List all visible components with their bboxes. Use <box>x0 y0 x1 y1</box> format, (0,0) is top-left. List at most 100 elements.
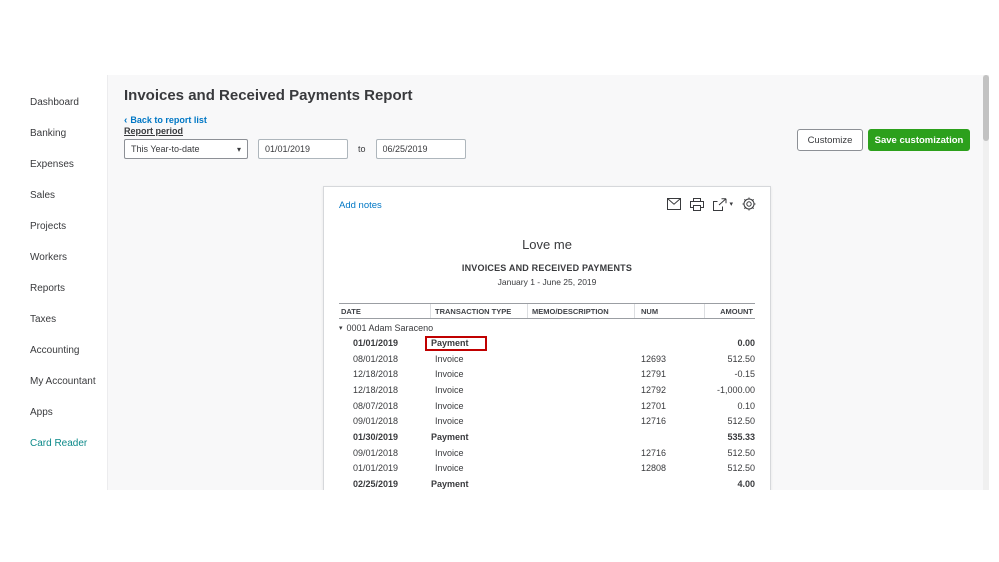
back-chevron-icon: ‹ <box>124 115 128 126</box>
column-header-date[interactable]: DATE <box>339 304 431 318</box>
back-link-label: Back to report list <box>130 115 207 125</box>
table-row[interactable]: 09/01/2018 Invoice 12716 512.50 <box>339 413 755 429</box>
screen: Dashboard Banking Expenses Sales Projects Wor… <box>0 0 999 562</box>
group-label: 0001 Adam Saraceno <box>346 323 434 333</box>
cell-amount: -1,000.00 <box>716 384 755 395</box>
cell-date: 08/01/2018 <box>353 353 399 364</box>
cell-type: Invoice <box>435 384 464 395</box>
app-window: Dashboard Banking Expenses Sales Projects Wor… <box>8 75 989 490</box>
export-caret-icon: ▾ <box>729 201 733 208</box>
sidebar-item-workers[interactable]: Workers <box>8 242 107 273</box>
cell-date: 09/01/2018 <box>353 447 399 458</box>
add-notes-link[interactable]: Add notes <box>339 200 382 211</box>
cell-amount: 535.33 <box>727 431 755 442</box>
cell-num: 12716 <box>641 416 667 427</box>
report-table-body: 01/01/2019 Payment 0.00 08/01/2018 Invoice 12… <box>339 335 755 490</box>
column-header-memo-description[interactable]: MEMO/DESCRIPTION <box>528 304 635 318</box>
date-to-input[interactable] <box>375 139 466 159</box>
sidebar-item-projects[interactable]: Projects <box>8 211 107 242</box>
sidebar-item-apps[interactable]: Apps <box>8 397 107 428</box>
gear-icon[interactable] <box>742 197 756 211</box>
cell-amount: 4.00 <box>737 479 755 490</box>
cell-date: 08/07/2018 <box>353 400 399 411</box>
cell-num: 12808 <box>641 463 667 474</box>
cell-num: 12792 <box>641 384 667 395</box>
cell-type: Invoice <box>435 463 464 474</box>
collapse-icon[interactable]: ▾ <box>339 324 343 332</box>
print-icon[interactable] <box>690 197 705 211</box>
company-name: Love me <box>522 237 572 252</box>
cell-type: Payment <box>431 479 469 490</box>
highlighted-cell: Payment <box>425 335 487 351</box>
sidebar-item-card-reader[interactable]: Card Reader <box>8 428 107 459</box>
cell-type: Invoice <box>435 369 464 380</box>
cell-num: 12693 <box>641 353 667 364</box>
cell-amount: 0.10 <box>737 400 755 411</box>
report-action-icons: ▾ <box>667 197 756 211</box>
table-row[interactable]: 08/01/2018 Invoice 12693 512.50 <box>339 351 755 367</box>
sidebar-item-sales[interactable]: Sales <box>8 180 107 211</box>
back-to-report-list-link[interactable]: ‹ Back to report list <box>124 115 207 126</box>
table-row[interactable]: 01/01/2019 Invoice 12808 512.50 <box>339 461 755 477</box>
cell-date: 12/18/2018 <box>353 369 399 380</box>
report-period-label: Report period <box>124 126 184 136</box>
scrollbar-thumb[interactable] <box>983 75 989 141</box>
table-row[interactable]: 12/18/2018 Invoice 12791 -0.15 <box>339 366 755 382</box>
to-label: to <box>358 144 366 154</box>
cell-amount: 512.50 <box>727 463 755 474</box>
table-row[interactable]: 08/07/2018 Invoice 12701 0.10 <box>339 398 755 414</box>
cell-date: 01/01/2019 <box>353 337 399 348</box>
cell-date: 01/30/2019 <box>353 431 399 442</box>
cell-num: 12701 <box>641 400 667 411</box>
sidebar-item-reports[interactable]: Reports <box>8 273 107 304</box>
group-header-row[interactable]: ▾ 0001 Adam Saraceno <box>339 319 755 335</box>
sidebar-item-banking[interactable]: Banking <box>8 118 107 149</box>
cell-type: Invoice <box>435 416 464 427</box>
sidebar-nav: Dashboard Banking Expenses Sales Projects Wor… <box>8 87 107 459</box>
chevron-down-icon: ▾ <box>236 144 241 154</box>
cell-amount: 512.50 <box>727 447 755 458</box>
vertical-scrollbar[interactable] <box>983 75 989 490</box>
cell-type: Invoice <box>435 447 464 458</box>
date-from-input[interactable] <box>258 139 348 159</box>
report-table: DATE TRANSACTION TYPE MEMO/DESCRIPTION N… <box>339 303 755 490</box>
report-date-range: January 1 - June 25, 2019 <box>497 277 597 287</box>
save-customization-button[interactable]: Save customization <box>868 129 970 151</box>
cell-num: 12791 <box>641 369 667 380</box>
sidebar-item-taxes[interactable]: Taxes <box>8 304 107 335</box>
cell-num: 12716 <box>641 447 667 458</box>
period-dropdown-value: This Year-to-date <box>131 144 200 154</box>
cell-amount: 512.50 <box>727 416 755 427</box>
table-row[interactable]: 01/30/2019 Payment 535.33 <box>339 429 755 445</box>
cell-type: Payment <box>431 431 469 442</box>
column-header-num[interactable]: NUM <box>635 304 705 318</box>
sidebar-item-my-accountant[interactable]: My Accountant <box>8 366 107 397</box>
table-row[interactable]: 01/01/2019 Payment 0.00 <box>339 335 755 351</box>
cell-type: Payment <box>425 335 528 351</box>
sidebar: Dashboard Banking Expenses Sales Projects Wor… <box>8 75 108 490</box>
period-dropdown[interactable]: This Year-to-date ▾ <box>124 139 248 159</box>
cell-amount: 512.50 <box>727 353 755 364</box>
email-icon[interactable] <box>667 198 682 210</box>
cell-amount: -0.15 <box>734 369 755 380</box>
cell-date: 12/18/2018 <box>353 384 399 395</box>
cell-amount: 0.00 <box>737 337 755 348</box>
column-header-amount[interactable]: AMOUNT <box>705 304 755 318</box>
table-row[interactable]: 02/25/2019 Payment 4.00 <box>339 476 755 490</box>
main-content: Invoices and Received Payments Report ‹ B… <box>108 75 983 490</box>
cell-date: 09/01/2018 <box>353 416 399 427</box>
cell-type: Invoice <box>435 353 464 364</box>
report-period-controls: This Year-to-date ▾ to <box>124 139 466 159</box>
sidebar-item-accounting[interactable]: Accounting <box>8 335 107 366</box>
sidebar-item-dashboard[interactable]: Dashboard <box>8 87 107 118</box>
table-row[interactable]: 09/01/2018 Invoice 12716 512.50 <box>339 445 755 461</box>
export-icon[interactable]: ▾ <box>713 197 733 211</box>
column-header-transaction-type[interactable]: TRANSACTION TYPE <box>431 304 528 318</box>
report-name: INVOICES AND RECEIVED PAYMENTS <box>461 263 633 273</box>
cell-type: Invoice <box>435 400 464 411</box>
cell-date: 01/01/2019 <box>353 463 399 474</box>
sidebar-item-expenses[interactable]: Expenses <box>8 149 107 180</box>
cell-date: 02/25/2019 <box>353 479 399 490</box>
table-row[interactable]: 12/18/2018 Invoice 12792 -1,000.00 <box>339 382 755 398</box>
customize-button[interactable]: Customize <box>797 129 863 151</box>
